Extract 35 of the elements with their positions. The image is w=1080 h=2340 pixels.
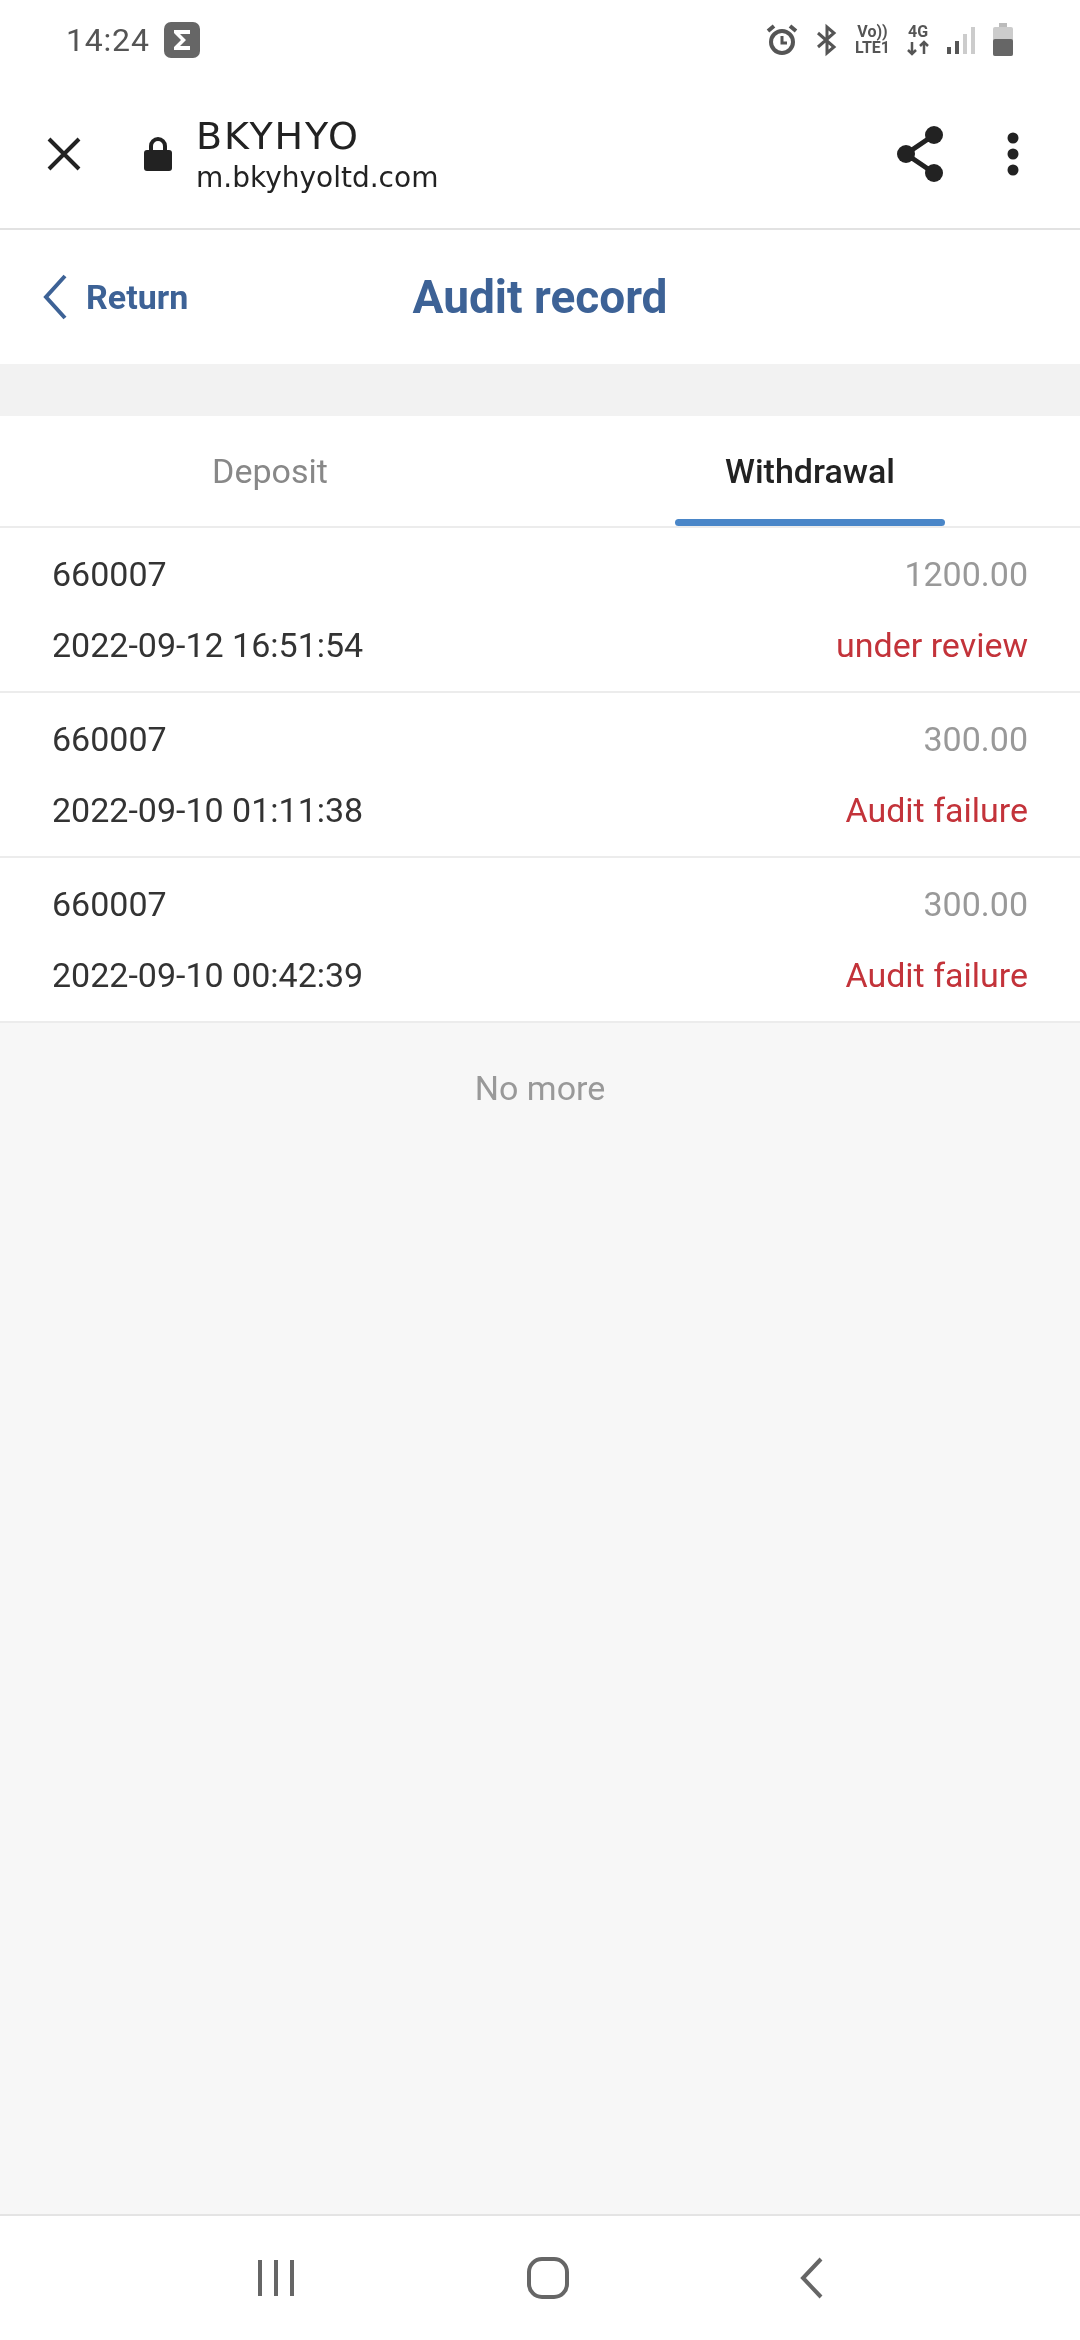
signal-icon	[946, 25, 976, 55]
record-amount: 1200.00	[904, 552, 1028, 596]
lte-label: LTE1	[855, 40, 890, 56]
share-icon[interactable]	[894, 125, 946, 183]
record-status: under review	[836, 623, 1028, 667]
record-status: Audit failure	[845, 788, 1028, 832]
lock-icon	[144, 137, 172, 171]
network-label: 4G	[907, 24, 929, 40]
back-chevron-icon	[42, 273, 68, 321]
page-url: m.bkyhyoltd.com	[196, 160, 439, 196]
record-status: Audit failure	[845, 953, 1028, 997]
return-button[interactable]: Return	[42, 271, 189, 323]
page-title: BKYHYO	[196, 112, 361, 160]
close-icon[interactable]	[46, 136, 82, 172]
tab[interactable]: Deposit	[0, 416, 540, 526]
alarm-icon	[765, 23, 799, 57]
record-time: 2022-09-10 01:11:38	[52, 788, 364, 832]
tab[interactable]: Withdrawal	[540, 416, 1080, 526]
record-amount: 300.00	[923, 882, 1028, 926]
volte-label: Vo))	[857, 24, 888, 40]
record-time: 2022-09-12 16:51:54	[52, 623, 364, 667]
record-id: 660007	[52, 882, 168, 926]
more-options-icon[interactable]	[1006, 132, 1020, 176]
no-more-text: No more	[474, 1067, 606, 1110]
data-arrows-icon	[906, 40, 930, 56]
screen-title: Audit record	[412, 268, 668, 326]
record-time: 2022-09-10 00:42:39	[52, 953, 364, 997]
home-icon[interactable]	[526, 2256, 570, 2300]
status-time: 14:24	[66, 20, 150, 61]
record-id: 660007	[52, 717, 168, 761]
record-amount: 300.00	[923, 717, 1028, 761]
record-id: 660007	[52, 552, 168, 596]
bluetooth-icon	[815, 23, 839, 57]
sigma-icon	[163, 22, 200, 58]
battery-icon	[992, 23, 1014, 57]
